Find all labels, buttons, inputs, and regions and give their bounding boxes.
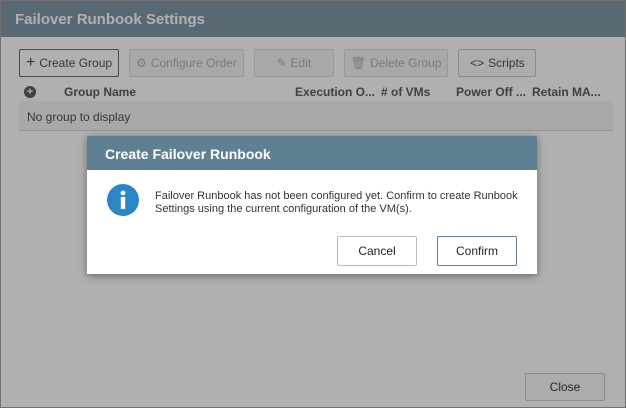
create-runbook-dialog: Create Failover Runbook Failover Runbook… [87, 136, 537, 274]
cancel-button[interactable]: Cancel [337, 236, 417, 266]
confirm-button[interactable]: Confirm [437, 236, 517, 266]
dialog-message: Failover Runbook has not been configured… [155, 190, 518, 215]
info-icon [107, 184, 139, 216]
dialog-body: Failover Runbook has not been configured… [87, 170, 537, 274]
dialog-title: Create Failover Runbook [87, 136, 537, 170]
